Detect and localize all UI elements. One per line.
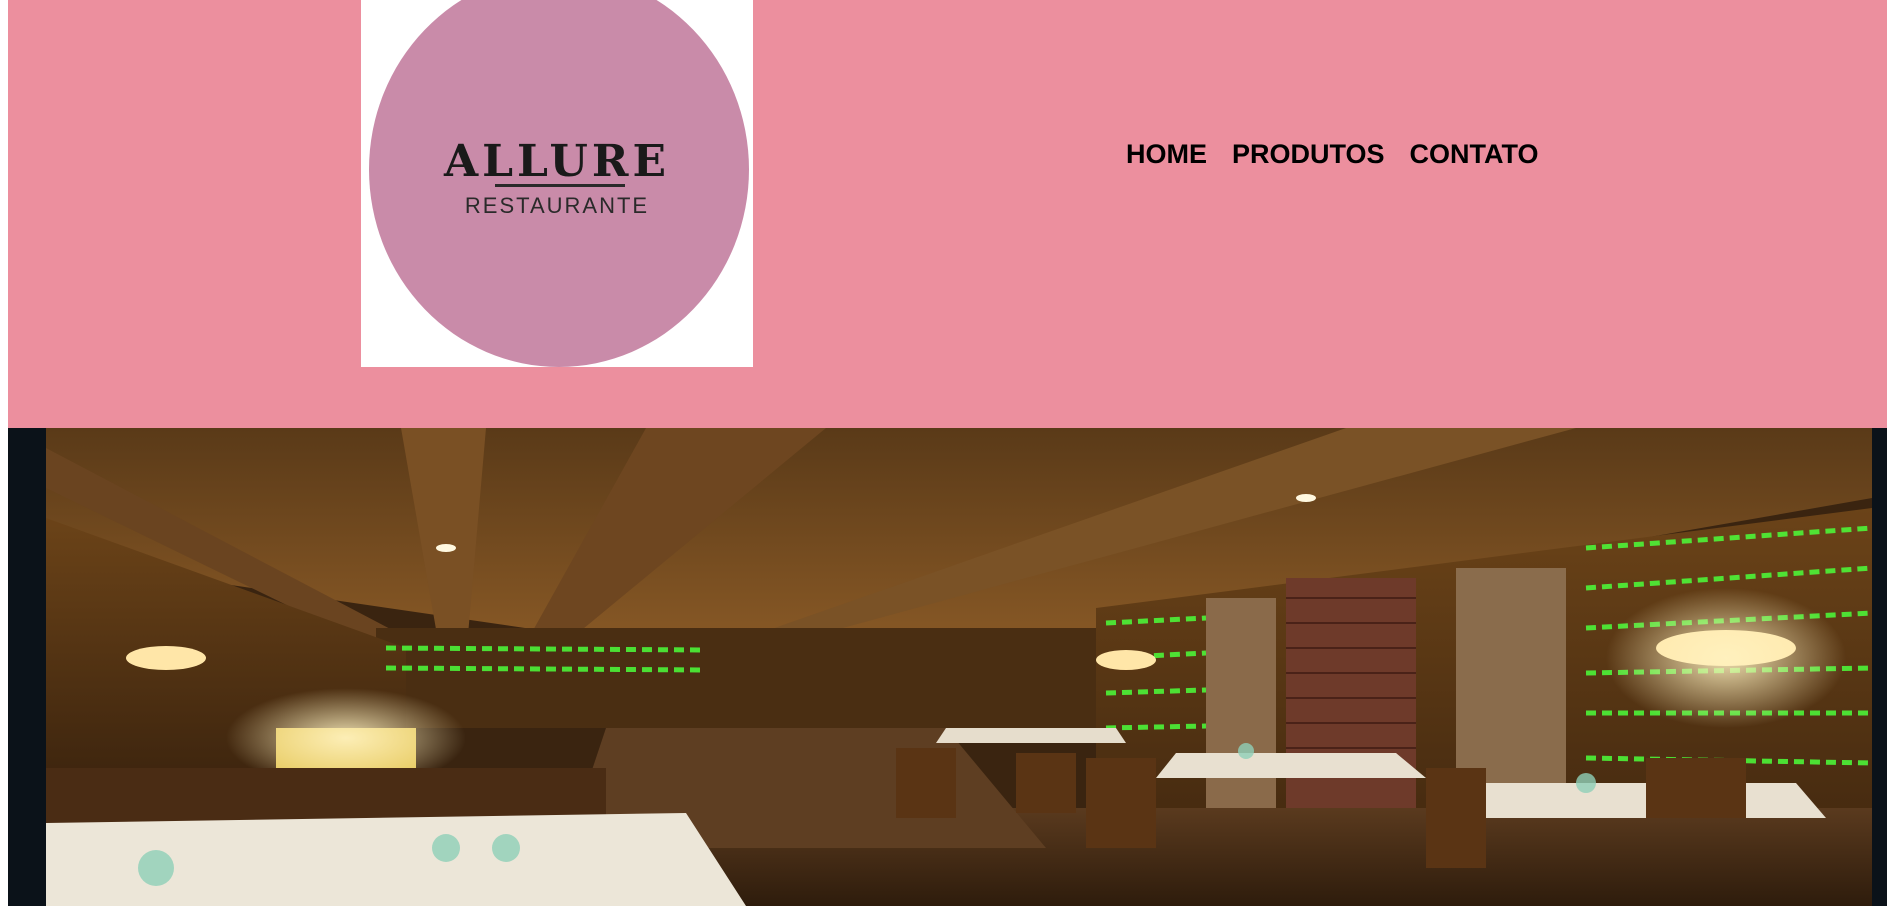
- nav-produtos-link[interactable]: PRODUTOS: [1232, 139, 1385, 170]
- logo-title: ALLURE: [443, 136, 671, 187]
- logo[interactable]: ALLURE RESTAURANTE: [361, 0, 753, 367]
- main-nav: HOME PRODUTOS CONTATO: [1126, 139, 1539, 170]
- nav-home-link[interactable]: HOME: [1126, 139, 1207, 170]
- logo-subtitle: RESTAURANTE: [464, 193, 650, 218]
- restaurant-interior-image: [46, 428, 1872, 906]
- hero-image: [46, 428, 1872, 906]
- site-header: ALLURE RESTAURANTE HOME PRODUTOS CONTATO: [8, 0, 1887, 428]
- nav-contato-link[interactable]: CONTATO: [1410, 139, 1539, 170]
- hero-section: [8, 428, 1887, 906]
- logo-divider: [495, 184, 625, 187]
